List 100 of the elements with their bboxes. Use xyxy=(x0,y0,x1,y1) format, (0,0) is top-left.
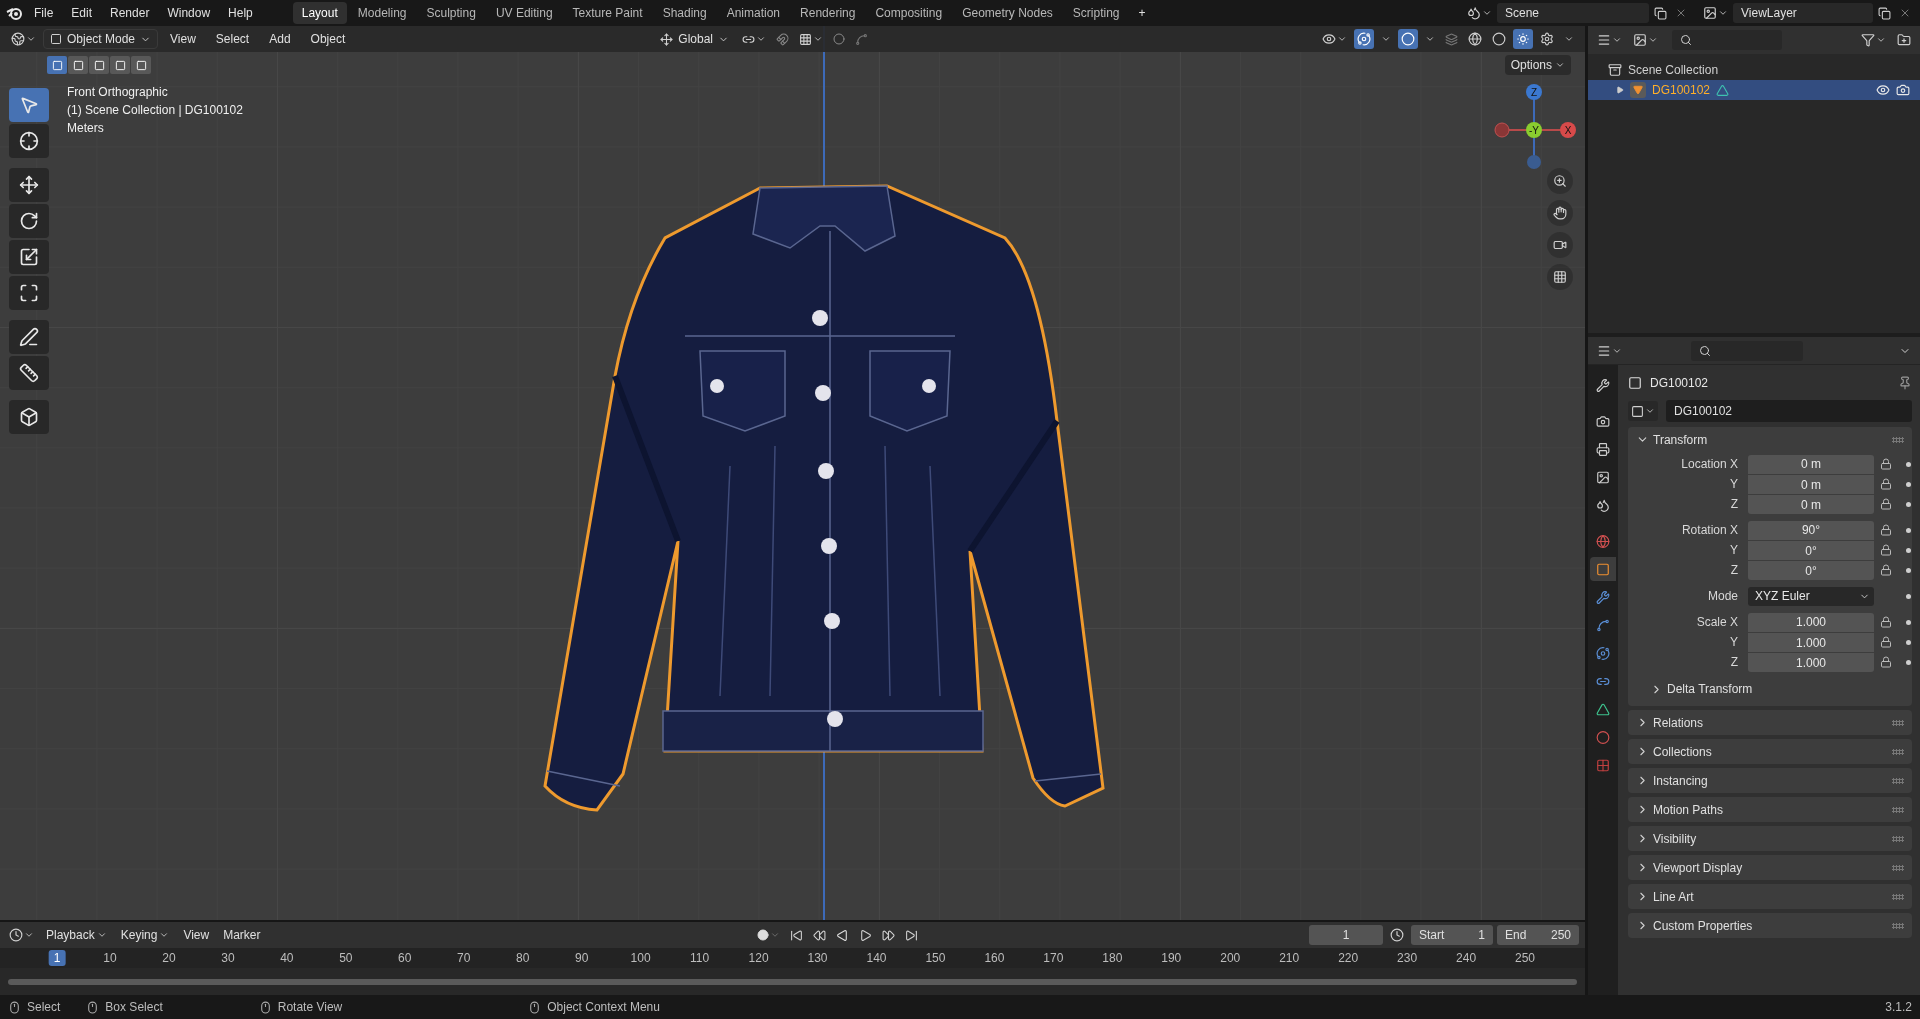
workspace-tab[interactable]: Shading xyxy=(653,2,716,24)
caret-icon xyxy=(813,34,823,44)
end-frame-field[interactable]: End 250 xyxy=(1497,925,1579,945)
pan-button[interactable] xyxy=(1547,200,1573,226)
mode-dropdown[interactable]: Object Mode xyxy=(43,29,159,49)
subpanel-header[interactable]: Delta Transform xyxy=(1628,678,1912,700)
menu-item[interactable]: Playback xyxy=(41,925,112,945)
camera-view-button[interactable] xyxy=(1547,232,1573,258)
axis-gizmo[interactable]: Z -Y X xyxy=(1490,80,1580,170)
number-field[interactable]: 1.000 xyxy=(1748,653,1874,672)
menu-item[interactable]: Window xyxy=(159,2,219,24)
scene-field[interactable]: Scene xyxy=(1497,3,1649,23)
measure-tool[interactable] xyxy=(9,356,49,390)
orientation-dropdown[interactable]: Global xyxy=(654,29,735,49)
menu-item[interactable]: File xyxy=(26,2,62,24)
physics-icon xyxy=(1596,645,1610,661)
workspace-tab[interactable]: Compositing xyxy=(866,2,952,24)
number-field[interactable]: 0 m xyxy=(1748,475,1874,494)
keyframe-dot-icon[interactable] xyxy=(1906,547,1911,553)
transform-tool[interactable] xyxy=(9,276,49,310)
shading-mode-button[interactable] xyxy=(1513,29,1533,49)
rotation-mode-dropdown[interactable]: XYZ Euler xyxy=(1748,586,1874,606)
menu-item[interactable]: Render xyxy=(102,2,158,24)
panel-header[interactable]: Instancing xyxy=(1628,768,1912,793)
keyframe-dot-icon[interactable] xyxy=(1906,639,1911,645)
name-field[interactable]: DG100102 xyxy=(1666,400,1912,422)
zoom-button[interactable] xyxy=(1547,168,1573,194)
search-icon xyxy=(1680,34,1692,46)
selection-mode-button[interactable] xyxy=(131,56,151,74)
menu-item[interactable]: View xyxy=(162,28,204,50)
selection-mode-button[interactable] xyxy=(89,56,109,74)
rotate-tool[interactable] xyxy=(9,204,49,238)
scene-icon xyxy=(1467,6,1481,20)
menu-item[interactable]: Keying xyxy=(115,925,175,945)
menu-item[interactable]: Object xyxy=(302,28,354,50)
eye-icon[interactable] xyxy=(1876,83,1890,97)
cursor-tool[interactable] xyxy=(9,124,49,158)
number-field[interactable]: 0 m xyxy=(1748,454,1874,474)
options-dropdown[interactable]: Options xyxy=(1504,55,1571,75)
annotate-tool[interactable] xyxy=(9,320,49,354)
selection-mode-button[interactable] xyxy=(110,56,130,74)
scrollbar[interactable] xyxy=(8,978,1577,985)
selection-mode-button[interactable] xyxy=(68,56,88,74)
workspace-tab[interactable]: Animation xyxy=(717,2,790,24)
frame-number: 1 xyxy=(48,950,66,966)
workspace-tab[interactable]: Rendering xyxy=(791,2,865,24)
workspace-tab[interactable]: Modeling xyxy=(348,2,416,24)
panel-header[interactable]: Line Art xyxy=(1628,884,1912,909)
workspace-tab[interactable]: Layout xyxy=(292,2,347,24)
workspace-tab[interactable]: Texture Paint xyxy=(563,2,652,24)
number-field[interactable]: 90° xyxy=(1748,520,1874,540)
workspace-tab[interactable]: Geometry Nodes xyxy=(953,2,1062,24)
keyframe-dot-icon[interactable] xyxy=(1906,567,1911,573)
menu-item[interactable]: Marker xyxy=(218,925,266,945)
keyframe-dot-icon[interactable] xyxy=(1906,461,1911,467)
number-field[interactable]: 1.000 xyxy=(1748,633,1874,652)
panel-header[interactable]: Motion Paths xyxy=(1628,797,1912,822)
menu-item[interactable]: Help xyxy=(220,2,261,24)
keyframe-dot-icon[interactable] xyxy=(1906,527,1911,533)
number-field[interactable]: 0° xyxy=(1748,541,1874,560)
add-workspace-button[interactable]: + xyxy=(1130,2,1154,24)
move-tool[interactable] xyxy=(9,168,49,202)
start-frame-field[interactable]: Start 1 xyxy=(1411,925,1493,945)
number-field[interactable]: 1.000 xyxy=(1748,612,1874,632)
current-frame-field[interactable]: 1 xyxy=(1309,925,1383,945)
keyframe-dot-icon[interactable] xyxy=(1906,659,1911,665)
keyframe-dot-icon[interactable] xyxy=(1906,481,1911,487)
menu-item[interactable]: Select xyxy=(207,28,258,50)
panel-header[interactable]: Transform xyxy=(1628,427,1912,452)
tree-item-label[interactable]: Scene Collection xyxy=(1628,63,1719,77)
workspace-tab[interactable]: UV Editing xyxy=(486,2,562,24)
select-mode-icon xyxy=(51,59,63,71)
menu-item[interactable]: View xyxy=(178,925,215,945)
number-field[interactable]: 0° xyxy=(1748,561,1874,580)
panel-header[interactable]: Custom Properties xyxy=(1628,913,1912,938)
outliner-row[interactable]: DG100102 xyxy=(1588,80,1920,100)
object-selector-button[interactable] xyxy=(1628,401,1658,421)
selection-mode-button[interactable] xyxy=(47,56,67,74)
workspace-tab[interactable]: Scripting xyxy=(1063,2,1129,24)
keyframe-dot-icon[interactable] xyxy=(1906,593,1911,599)
menu-item[interactable]: Edit xyxy=(63,2,101,24)
lock-icon xyxy=(1880,636,1892,648)
number-field[interactable]: 0 m xyxy=(1748,495,1874,514)
keyframe-dot-icon[interactable] xyxy=(1906,619,1911,625)
workspace-tab[interactable]: Sculpting xyxy=(417,2,485,24)
menu-item[interactable]: Add xyxy=(261,28,299,50)
grid-view-button[interactable] xyxy=(1547,264,1573,290)
panel-header[interactable]: Relations xyxy=(1628,710,1912,735)
panel-header[interactable]: Visibility xyxy=(1628,826,1912,851)
search-field[interactable] xyxy=(1672,30,1782,50)
select-box-tool[interactable] xyxy=(9,88,49,122)
panel-header[interactable]: Collections xyxy=(1628,739,1912,764)
add-cube-tool[interactable] xyxy=(9,400,49,434)
scale-tool[interactable] xyxy=(9,240,49,274)
overlay-toggle[interactable] xyxy=(1398,29,1418,49)
panel-header[interactable]: Viewport Display xyxy=(1628,855,1912,880)
keyframe-dot-icon[interactable] xyxy=(1906,501,1911,507)
view-layer-field[interactable]: ViewLayer xyxy=(1733,3,1873,23)
search-field[interactable] xyxy=(1691,340,1803,361)
gizmo-toggle[interactable] xyxy=(1354,29,1374,49)
